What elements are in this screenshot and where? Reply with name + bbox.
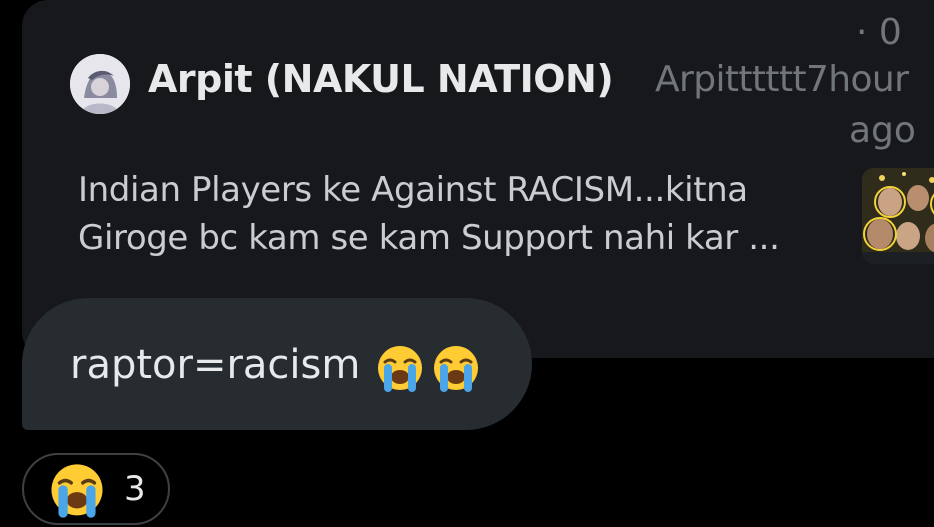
quoted-post-text-line-1: Indian Players ke Against RACISM...kitna — [78, 170, 748, 210]
quoted-post-text[interactable]: Indian Players ke Against RACISM...kitna… — [78, 166, 838, 262]
dm-conversation: Arpit (NAKUL NATION) Arpitttttt7hour ago… — [0, 0, 934, 527]
quoted-post-thumbnail[interactable] — [862, 168, 934, 264]
loudly-crying-face-icon — [48, 462, 106, 520]
author-handle-time: Arpitttttt7hour — [655, 59, 909, 100]
loudly-crying-face-icon — [375, 344, 425, 394]
time-ago-suffix: ago — [849, 110, 916, 151]
message-text: raptor=racism — [70, 342, 361, 388]
post-count-label: · 0 — [856, 12, 902, 53]
avatar[interactable] — [70, 54, 130, 114]
quoted-post-text-line-2: Giroge bc kam se kam Support nahi kar ..… — [78, 218, 780, 258]
reaction-count: 3 — [124, 469, 146, 509]
author-display-name[interactable]: Arpit (NAKUL NATION) — [148, 57, 614, 101]
loudly-crying-face-icon — [431, 344, 481, 394]
